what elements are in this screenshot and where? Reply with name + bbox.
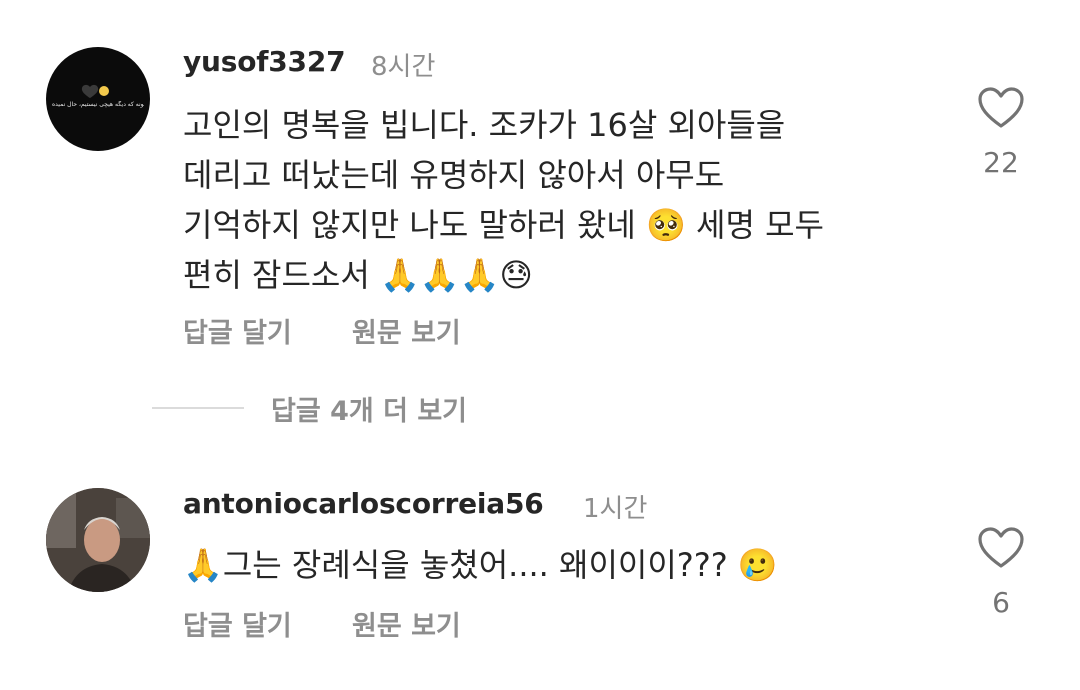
avatar-heart-emoji-icon bbox=[81, 84, 109, 98]
avatar[interactable]: مگه چند سالمونه که دیگه هیچی نیستیم، حال… bbox=[46, 47, 150, 151]
see-original-button[interactable]: 원문 보기 bbox=[352, 604, 461, 643]
see-original-button[interactable]: 원문 보기 bbox=[352, 311, 461, 350]
comment-timestamp: 1시간 bbox=[583, 494, 648, 524]
avatar[interactable] bbox=[46, 488, 150, 592]
comment-username[interactable]: antoniocarloscorreia56 bbox=[183, 487, 544, 520]
comment-text: 고인의 명복을 빕니다. 조카가 16살 외아들을 데리고 떠났는데 유명하지 … bbox=[183, 106, 824, 294]
comment-timestamp: 8시간 bbox=[371, 52, 436, 82]
avatar-photo bbox=[46, 488, 150, 592]
comment-text: 🙏그는 장례식을 놓쳤어.... 왜이이이??? 🥲 bbox=[183, 546, 778, 584]
comment-username[interactable]: yusof3327 bbox=[183, 45, 346, 78]
replies-divider bbox=[152, 407, 244, 409]
reply-button[interactable]: 답글 달기 bbox=[183, 311, 292, 350]
heart-outline-icon[interactable] bbox=[977, 526, 1025, 570]
heart-outline-icon[interactable] bbox=[977, 86, 1025, 130]
view-more-replies-button[interactable]: 답글 4개 더 보기 bbox=[271, 389, 467, 428]
avatar-caption: مگه چند سالمونه که دیگه هیچی نیستیم، حال… bbox=[52, 101, 144, 108]
like-count: 6 bbox=[992, 586, 1010, 619]
reply-button[interactable]: 답글 달기 bbox=[183, 604, 292, 643]
like-count: 22 bbox=[983, 146, 1019, 179]
